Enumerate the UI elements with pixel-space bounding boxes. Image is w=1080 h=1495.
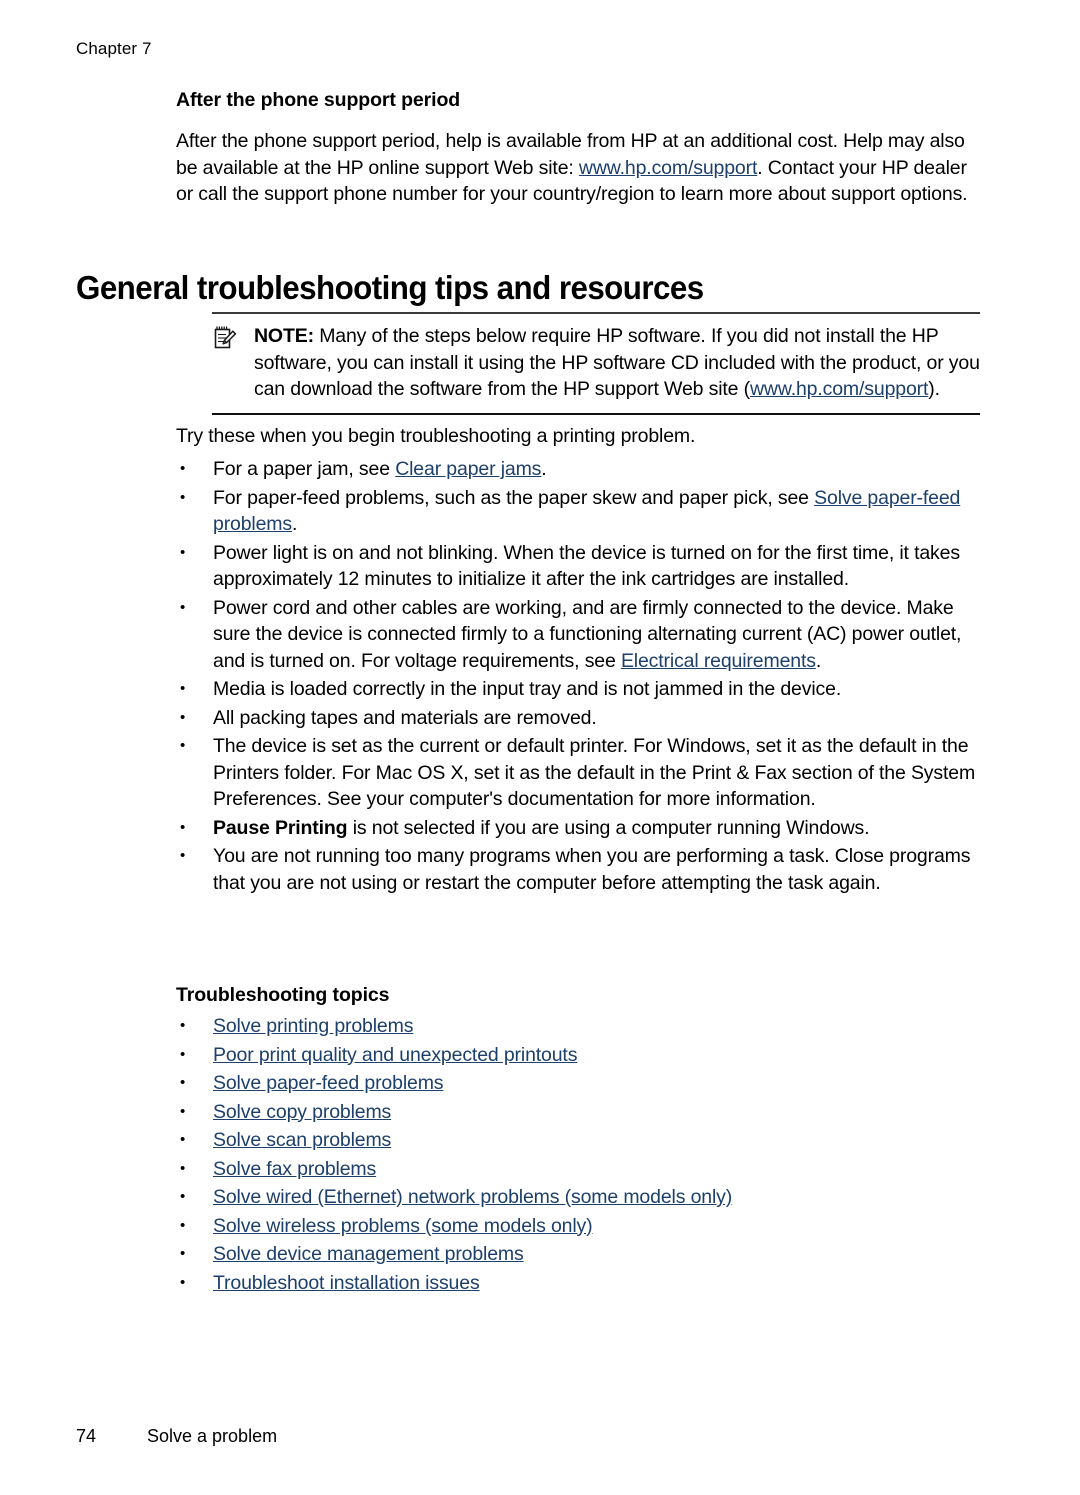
checklist-item-text: All packing tapes and materials are remo… — [213, 706, 597, 729]
topic-list-item: Solve scan problems — [178, 1127, 990, 1154]
cross-reference-link[interactable]: Clear paper jams — [395, 458, 541, 480]
topic-list-item: Solve fax problems — [178, 1156, 990, 1183]
topic-link[interactable]: Solve printing problems — [213, 1015, 413, 1037]
checklist-item-text: For paper-feed problems, such as the pap… — [213, 486, 815, 509]
topic-list-item: Solve device management problems — [178, 1241, 990, 1268]
checklist-item: Pause Printing is not selected if you ar… — [178, 815, 990, 842]
topics-link-list: Solve printing problems Poor print qualit… — [178, 1013, 990, 1298]
troubleshooting-checklist: For a paper jam, see Clear paper jams.Fo… — [178, 456, 990, 898]
topic-list-item: Troubleshoot installation issues — [178, 1270, 990, 1297]
topic-link[interactable]: Solve wired (Ethernet) network problems … — [213, 1186, 732, 1208]
checklist-item-text: For a paper jam, see — [213, 458, 396, 480]
after-phone-support-section: After the phone support period After the… — [176, 88, 988, 218]
checklist-item-text: is not selected if you are using a compu… — [347, 816, 870, 839]
checklist-item-text: . — [815, 649, 822, 672]
topic-link[interactable]: Troubleshoot installation issues — [213, 1272, 480, 1294]
note-pencil-icon — [212, 325, 238, 351]
checklist-item: All packing tapes and materials are remo… — [178, 705, 990, 732]
topic-list-item: Solve paper-feed problems — [178, 1070, 990, 1097]
checklist-item: Media is loaded correctly in the input t… — [178, 676, 990, 703]
topic-list-item: Poor print quality and unexpected printo… — [178, 1042, 990, 1069]
note-label: NOTE: — [254, 325, 314, 347]
checklist-item-text: You are not running too many programs wh… — [213, 845, 971, 894]
note-callout: NOTE: Many of the steps below require HP… — [212, 312, 980, 415]
topic-link[interactable]: Solve paper-feed problems — [213, 1072, 444, 1094]
checklist-item: Power cord and other cables are working,… — [178, 595, 990, 675]
checklist-item: You are not running too many programs wh… — [178, 843, 990, 896]
emphasis-text: Pause Printing — [213, 816, 348, 839]
footer-section-name: Solve a problem — [147, 1426, 278, 1446]
page-footer: 74 Solve a problem — [76, 1424, 277, 1448]
document-page: Chapter 7 After the phone support period… — [0, 0, 1080, 1495]
checklist-item: For paper-feed problems, such as the pap… — [178, 485, 990, 538]
checklist-item: For a paper jam, see Clear paper jams. — [178, 456, 990, 483]
cross-reference-link[interactable]: Electrical requirements — [621, 650, 816, 672]
subsection-heading: After the phone support period — [176, 89, 461, 111]
topic-link[interactable]: Solve wireless problems (some models onl… — [213, 1215, 593, 1237]
note-content: NOTE: Many of the steps below require HP… — [212, 323, 980, 403]
checklist-item: Power light is on and not blinking. When… — [178, 540, 990, 593]
note-hp-support-url-link[interactable]: www.hp.com/support — [750, 378, 928, 400]
checklist-item: The device is set as the current or defa… — [178, 733, 990, 813]
topic-list-item: Solve copy problems — [178, 1099, 990, 1126]
lead-in-line: Try these when you begin troubleshooting… — [176, 425, 696, 447]
topic-list-item: Solve printing problems — [178, 1013, 990, 1040]
checklist-item-text: Media is loaded correctly in the input t… — [213, 678, 842, 700]
topic-list-item: Solve wireless problems (some models onl… — [178, 1213, 990, 1240]
hp-support-url-link[interactable]: www.hp.com/support — [579, 157, 757, 179]
subsection-paragraph: After the phone support period, help is … — [176, 128, 988, 208]
topic-link[interactable]: Solve device management problems — [213, 1243, 524, 1265]
note-text-2: ). — [928, 378, 940, 400]
chapter-label: Chapter 7 — [76, 39, 152, 58]
checklist-item-text: Power light is on and not blinking. When… — [213, 541, 960, 591]
topic-link[interactable]: Poor print quality and unexpected printo… — [213, 1044, 577, 1066]
checklist-item-text: . — [292, 513, 298, 535]
topic-link[interactable]: Solve fax problems — [213, 1158, 376, 1180]
checklist-item-text: . — [541, 458, 547, 480]
checklist-item-text: The device is set as the current or defa… — [213, 735, 976, 810]
checklist-item-text: Power cord and other cables are working,… — [213, 596, 962, 672]
topic-link[interactable]: Solve copy problems — [213, 1101, 391, 1123]
page-title: General troubleshooting tips and resourc… — [76, 269, 704, 306]
topic-link[interactable]: Solve scan problems — [213, 1129, 391, 1151]
topic-list-item: Solve wired (Ethernet) network problems … — [178, 1184, 990, 1211]
topics-heading: Troubleshooting topics — [176, 984, 390, 1006]
footer-page-number: 74 — [76, 1426, 97, 1446]
